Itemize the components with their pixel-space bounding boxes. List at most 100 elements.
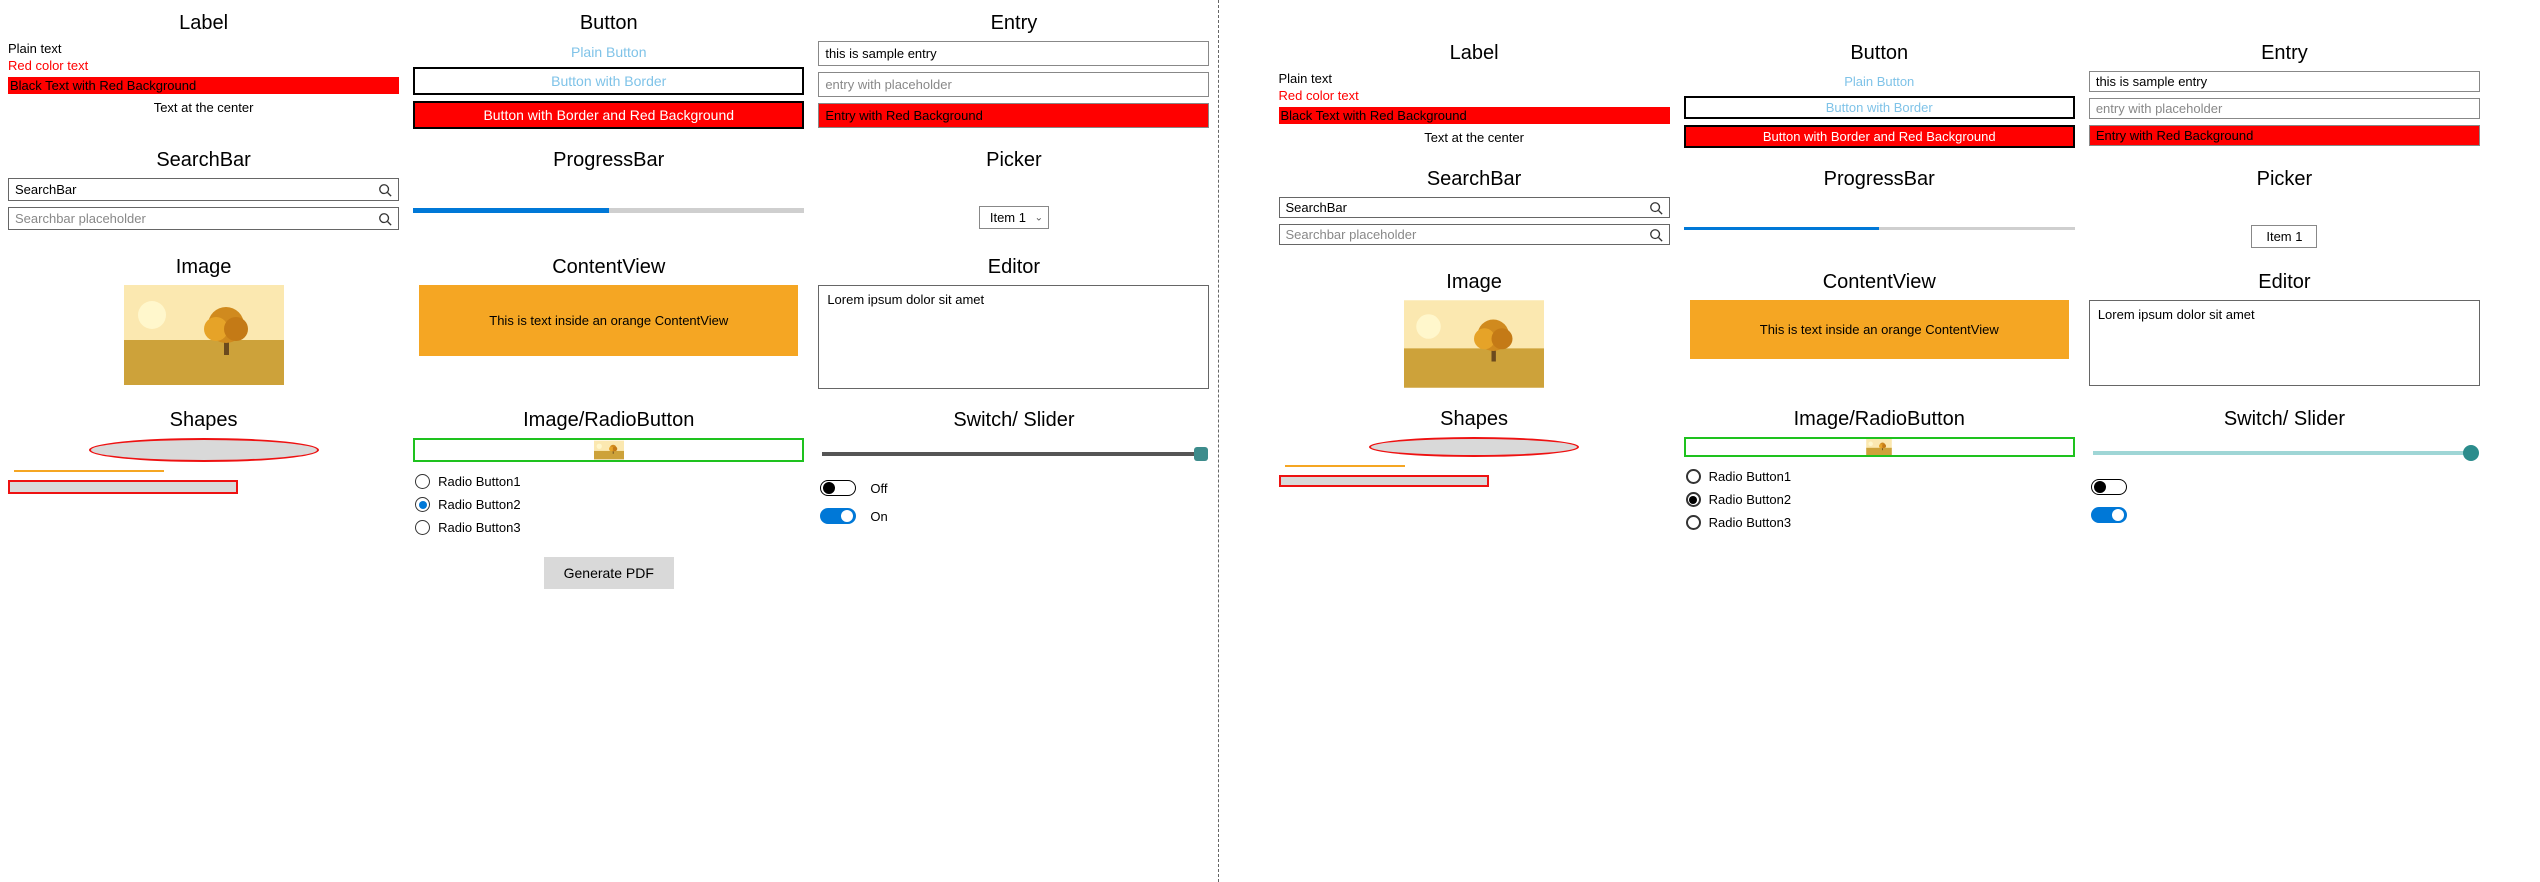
thumbnail-image-icon <box>594 440 624 460</box>
heading-searchbar: SearchBar <box>1279 168 1670 191</box>
content-view: This is text inside an orange ContentVie… <box>1690 300 2069 359</box>
bordered-red-button[interactable]: Button with Border and Red Background <box>413 101 804 129</box>
heading-button: Button <box>413 12 804 35</box>
heading-entry: Entry <box>818 12 1209 35</box>
shape-line <box>1285 465 1405 467</box>
radio-3[interactable]: Radio Button3 <box>415 520 804 535</box>
sample-image <box>124 285 284 385</box>
label-red: Red color text <box>1279 88 1670 103</box>
heading-image: Image <box>1279 271 1670 294</box>
editor-textarea[interactable]: Lorem ipsum dolor sit amet <box>818 285 1209 389</box>
heading-searchbar: SearchBar <box>8 149 399 172</box>
bordered-button[interactable]: Button with Border <box>413 67 804 95</box>
slider[interactable] <box>822 452 1205 456</box>
entry-red-bg[interactable]: Entry with Red Background <box>818 103 1209 128</box>
entry-placeholder[interactable]: entry with placeholder <box>2089 98 2480 119</box>
radio-2-label: Radio Button2 <box>1709 492 1791 507</box>
editor-textarea[interactable]: Lorem ipsum dolor sit amet <box>2089 300 2480 386</box>
heading-entry: Entry <box>2089 42 2480 65</box>
searchbar-value: SearchBar <box>1286 200 1347 215</box>
shape-rectangle <box>1279 475 1489 487</box>
radio-icon <box>1686 469 1701 484</box>
searchbar-placeholder-text: Searchbar placeholder <box>15 211 146 226</box>
bordered-red-button[interactable]: Button with Border and Red Background <box>1684 125 2075 148</box>
heading-editor: Editor <box>818 256 1209 279</box>
radio-1-label: Radio Button1 <box>438 474 520 489</box>
progress-bar <box>413 208 804 213</box>
radio-icon <box>415 497 430 512</box>
shape-ellipse <box>89 438 319 462</box>
searchbar-placeholder[interactable]: Searchbar placeholder <box>8 207 399 230</box>
left-panel: Label Plain text Red color text Black Te… <box>0 0 1219 882</box>
heading-progressbar: ProgressBar <box>1684 168 2075 191</box>
bordered-button[interactable]: Button with Border <box>1684 96 2075 119</box>
searchbar[interactable]: SearchBar <box>8 178 399 201</box>
radio-3-label: Radio Button3 <box>1709 515 1791 530</box>
entry-sample[interactable]: this is sample entry <box>2089 71 2480 92</box>
label-black-on-red: Black Text with Red Background <box>8 77 399 94</box>
entry-sample[interactable]: this is sample entry <box>818 41 1209 66</box>
radio-icon <box>1686 515 1701 530</box>
heading-picker: Picker <box>2089 168 2480 191</box>
progress-bar <box>1684 227 2075 230</box>
switch-off-label: Off <box>870 481 887 496</box>
heading-contentview: ContentView <box>413 256 804 279</box>
label-plain: Plain text <box>1279 71 1670 86</box>
thumbnail-image-icon <box>1866 439 1892 455</box>
generate-pdf-button[interactable]: Generate PDF <box>544 557 674 589</box>
right-panel: Label Plain text Red color text Black Te… <box>1219 0 2540 882</box>
radio-2[interactable]: Radio Button2 <box>1686 492 2075 507</box>
radio-3[interactable]: Radio Button3 <box>1686 515 2075 530</box>
shape-line <box>14 470 164 472</box>
entry-placeholder[interactable]: entry with placeholder <box>818 72 1209 97</box>
searchbar-placeholder[interactable]: Searchbar placeholder <box>1279 224 1670 245</box>
heading-imgradio: Image/RadioButton <box>413 409 804 432</box>
picker-selected: Item 1 <box>990 210 1026 225</box>
label-centered: Text at the center <box>1279 130 1670 145</box>
plain-button[interactable]: Plain Button <box>1684 71 2075 92</box>
shape-rectangle <box>8 480 238 494</box>
radio-2-label: Radio Button2 <box>438 497 520 512</box>
image-button[interactable] <box>1684 437 2075 457</box>
searchbar[interactable]: SearchBar <box>1279 197 1670 218</box>
heading-picker: Picker <box>818 149 1209 172</box>
picker-selected: Item 1 <box>2266 229 2302 244</box>
radio-2[interactable]: Radio Button2 <box>415 497 804 512</box>
radio-1-label: Radio Button1 <box>1709 469 1791 484</box>
heading-button: Button <box>1684 42 2075 65</box>
slider-thumb-icon <box>2463 445 2479 461</box>
search-icon <box>1649 201 1663 215</box>
heading-label: Label <box>1279 42 1670 65</box>
slider[interactable] <box>2093 451 2476 455</box>
plain-button[interactable]: Plain Button <box>413 41 804 63</box>
switch-on-label: On <box>870 509 887 524</box>
heading-switchslider: Switch/ Slider <box>818 409 1209 432</box>
switch-on[interactable] <box>2091 507 2127 523</box>
heading-contentview: ContentView <box>1684 271 2075 294</box>
radio-icon <box>415 520 430 535</box>
entry-red-bg[interactable]: Entry with Red Background <box>2089 125 2480 146</box>
search-icon <box>378 212 392 226</box>
heading-progressbar: ProgressBar <box>413 149 804 172</box>
heading-image: Image <box>8 256 399 279</box>
search-icon <box>1649 228 1663 242</box>
switch-off[interactable] <box>820 480 856 496</box>
picker-select[interactable]: Item 1 <box>2251 225 2317 248</box>
heading-shapes: Shapes <box>1279 408 1670 431</box>
radio-1[interactable]: Radio Button1 <box>1686 469 2075 484</box>
slider-thumb-icon <box>1194 447 1208 461</box>
chevron-down-icon: ⌄ <box>1035 212 1043 223</box>
radio-3-label: Radio Button3 <box>438 520 520 535</box>
label-black-on-red: Black Text with Red Background <box>1279 107 1670 124</box>
heading-switchslider: Switch/ Slider <box>2089 408 2480 431</box>
image-button[interactable] <box>413 438 804 462</box>
radio-1[interactable]: Radio Button1 <box>415 474 804 489</box>
switch-on[interactable] <box>820 508 856 524</box>
picker-select[interactable]: Item 1 ⌄ <box>979 206 1049 229</box>
label-red: Red color text <box>8 58 399 73</box>
label-plain: Plain text <box>8 41 399 56</box>
switch-off[interactable] <box>2091 479 2127 495</box>
radio-icon <box>1686 492 1701 507</box>
label-centered: Text at the center <box>8 100 399 115</box>
sample-image <box>1404 300 1544 388</box>
